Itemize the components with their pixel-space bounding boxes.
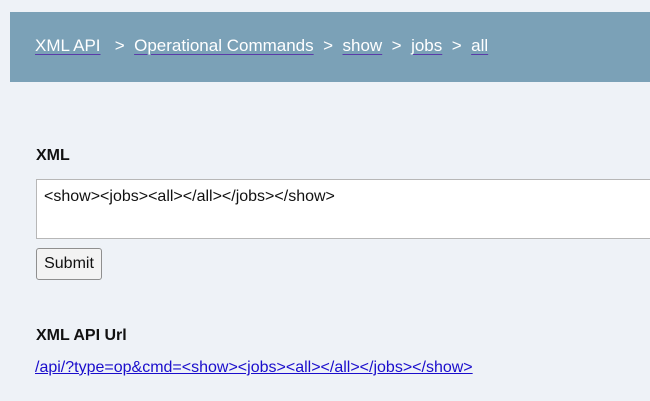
breadcrumb-item-show[interactable]: show: [343, 36, 383, 55]
breadcrumb-separator: >: [323, 36, 334, 55]
xml-label: XML: [36, 147, 70, 164]
breadcrumb-item-jobs[interactable]: jobs: [411, 36, 442, 55]
xml-api-url-link[interactable]: /api/?type=op&cmd=<show><jobs><all></all…: [35, 359, 473, 377]
xml-api-url-label: XML API Url: [36, 327, 127, 344]
breadcrumb-item-all[interactable]: all: [471, 36, 488, 55]
submit-button[interactable]: Submit: [36, 248, 102, 280]
header-bar: XML API > Operational Commands > show > …: [10, 12, 650, 82]
breadcrumb-item-xml-api[interactable]: XML API: [35, 36, 101, 55]
xml-input[interactable]: <show><jobs><all></all></jobs></show>: [36, 179, 650, 239]
breadcrumb-item-operational-commands[interactable]: Operational Commands: [134, 36, 314, 55]
breadcrumb-separator: >: [391, 36, 402, 55]
breadcrumb: XML API > Operational Commands > show > …: [35, 36, 488, 56]
breadcrumb-separator: >: [451, 36, 462, 55]
breadcrumb-separator: >: [114, 36, 125, 55]
